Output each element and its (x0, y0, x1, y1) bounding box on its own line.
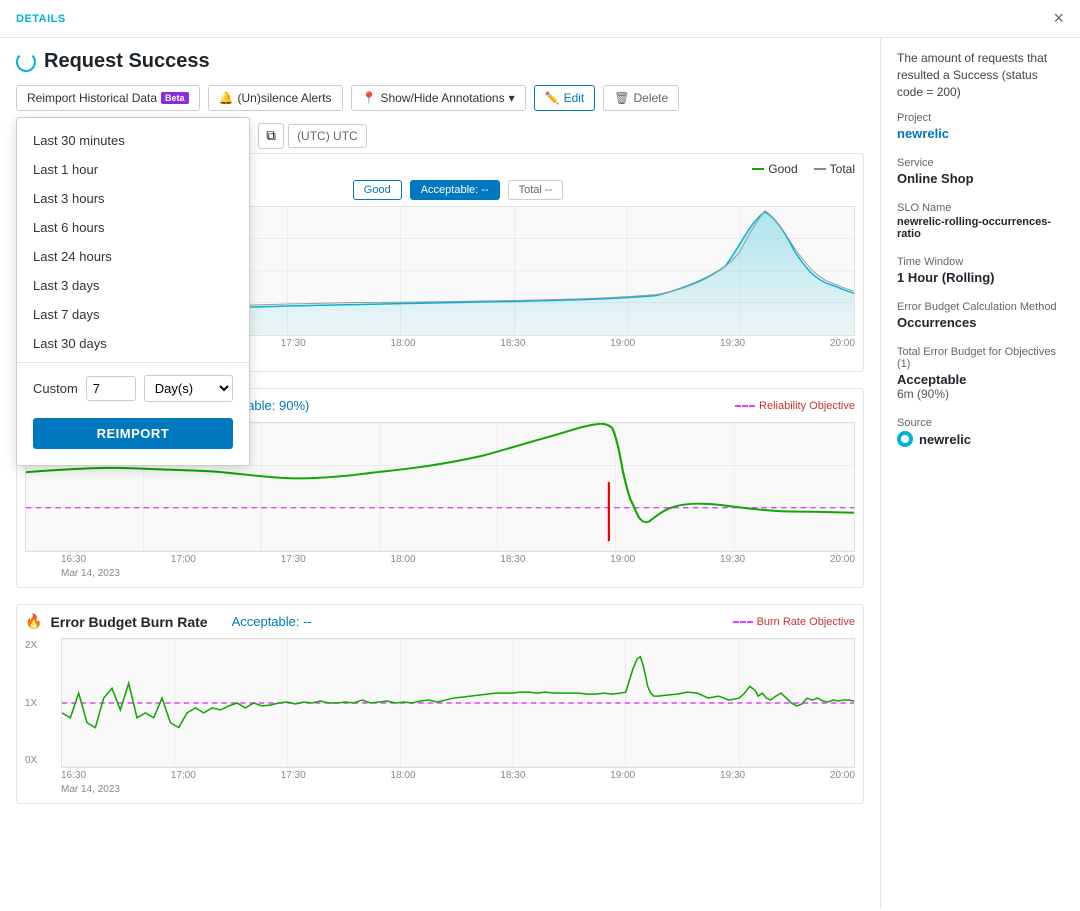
copy-button[interactable]: ⧉ (258, 123, 284, 149)
reimport-button[interactable]: Reimport Historical Data Beta (16, 85, 200, 111)
panel-total-error-budget: Total Error Budget for Objectives (1) Ac… (897, 346, 1064, 401)
service-label: Service (897, 157, 1064, 169)
newrelic-logo-icon (897, 431, 913, 447)
project-value: newrelic (897, 126, 1064, 141)
bell-icon: 🔔 (219, 91, 234, 105)
error-budget-header: 🔥 Error Budget Burn Rate Acceptable: -- … (25, 613, 855, 630)
custom-days-input[interactable] (86, 376, 136, 401)
chart3-y-labels: 2X1X0X (25, 638, 61, 768)
show-hide-label: Show/Hide Annotations (381, 91, 505, 105)
good-legend-icon (752, 168, 764, 170)
chart-total-btn[interactable]: Total -- (508, 180, 564, 200)
good-legend-label: Good (768, 162, 797, 176)
panel-time-window: Time Window 1 Hour (Rolling) (897, 256, 1064, 285)
panel-slo-name: SLO Name newrelic-rolling-occurrences-ra… (897, 202, 1064, 240)
custom-label: Custom (33, 381, 78, 396)
chart3-x-date: Mar 14, 2023 (25, 784, 855, 795)
service-value: Online Shop (897, 171, 1064, 186)
panel-service: Service Online Shop (897, 157, 1064, 186)
slo-name-value: newrelic-rolling-occurrences-ratio (897, 216, 1064, 240)
chart2-x-labels: 16:3017:0017:3018:0018:3019:0019:3020:00 (25, 552, 855, 567)
delete-button[interactable]: 🗑 Delete (603, 85, 679, 111)
burn-rate-objective-label: Burn Rate Objective (757, 616, 855, 628)
fire-icon-2: 🔥 (25, 613, 42, 630)
chart3-svg (62, 639, 854, 767)
reliability-objective-label: Reliability Objective (759, 400, 855, 412)
total-legend-label: Total (830, 162, 855, 176)
edit-button[interactable]: ✏️ Edit (534, 85, 596, 111)
source-value: newrelic (919, 432, 971, 447)
dropdown-item-6hr[interactable]: Last 6 hours (17, 213, 249, 242)
error-budget-label: Error Budget Calculation Method (897, 301, 1064, 313)
panel-description: The amount of requests that resulted a S… (897, 50, 1064, 100)
beta-badge: Beta (161, 92, 189, 104)
total-legend-icon (814, 168, 826, 170)
edit-icon: ✏️ (545, 91, 560, 105)
silence-alerts-button[interactable]: 🔔 (Un)silence Alerts (208, 85, 343, 111)
loading-spinner-icon (16, 52, 36, 72)
total-error-budget-label: Total Error Budget for Objectives (1) (897, 346, 1064, 370)
reimport-submit-button[interactable]: REIMPORT (33, 418, 233, 449)
error-budget-value: Occurrences (897, 315, 1064, 330)
custom-unit-select[interactable]: Day(s) Hour(s) Minute(s) (144, 375, 233, 402)
time-window-label: Time Window (897, 256, 1064, 268)
chart2-x-date: Mar 14, 2023 (25, 568, 855, 579)
chart-acceptable-btn[interactable]: Acceptable: -- (410, 180, 500, 200)
toolbar: Reimport Historical Data Beta 🔔 (Un)sile… (16, 85, 864, 111)
close-button[interactable]: × (1053, 8, 1064, 29)
pin-icon: 📍 (362, 91, 377, 105)
page-title: Request Success (44, 50, 210, 73)
dropdown-item-1hr[interactable]: Last 1 hour (17, 155, 249, 184)
dropdown-item-7days[interactable]: Last 7 days (17, 300, 249, 329)
dropdown-item-3days[interactable]: Last 3 days (17, 271, 249, 300)
chevron-down-icon: ▾ (509, 91, 515, 105)
show-hide-button[interactable]: 📍 Show/Hide Annotations ▾ (351, 85, 526, 111)
error-budget-subtitle: Acceptable: -- (232, 614, 312, 629)
panel-project: Project newrelic (897, 112, 1064, 141)
dropdown-item-30days[interactable]: Last 30 days (17, 329, 249, 358)
error-budget-section: 🔥 Error Budget Burn Rate Acceptable: -- … (16, 604, 864, 804)
dropdown-item-30min[interactable]: Last 30 minutes (17, 126, 249, 155)
total-error-budget-value: 6m (90%) (897, 387, 1064, 401)
source-label: Source (897, 417, 1064, 429)
timezone-display: (UTC) UTC (288, 124, 367, 148)
panel-source: Source newrelic (897, 417, 1064, 447)
right-panel: The amount of requests that resulted a S… (880, 38, 1080, 909)
panel-error-budget: Error Budget Calculation Method Occurren… (897, 301, 1064, 330)
modal-title: DETAILS (16, 13, 66, 25)
silence-label: (Un)silence Alerts (238, 91, 332, 105)
burn-rate-objective-dash (733, 621, 753, 623)
time-window-value: 1 Hour (Rolling) (897, 270, 1064, 285)
slo-name-label: SLO Name (897, 202, 1064, 214)
total-error-budget-type: Acceptable (897, 372, 1064, 387)
delete-label: Delete (634, 91, 669, 105)
dropdown-item-24hr[interactable]: Last 24 hours (17, 242, 249, 271)
chart-good-btn[interactable]: Good (353, 180, 402, 200)
dropdown-item-3hr[interactable]: Last 3 hours (17, 184, 249, 213)
time-range-dropdown: Last 30 minutes Last 1 hour Last 3 hours… (16, 117, 250, 466)
reliability-objective-dash (735, 405, 755, 407)
reimport-label: Reimport Historical Data (27, 91, 157, 105)
delete-icon: 🗑 (614, 91, 629, 105)
chart3-x-labels: 16:3017:0017:3018:0018:3019:0019:3020:00 (25, 768, 855, 783)
project-label: Project (897, 112, 1064, 124)
edit-label: Edit (564, 91, 585, 105)
error-budget-title: Error Budget Burn Rate (50, 614, 207, 630)
